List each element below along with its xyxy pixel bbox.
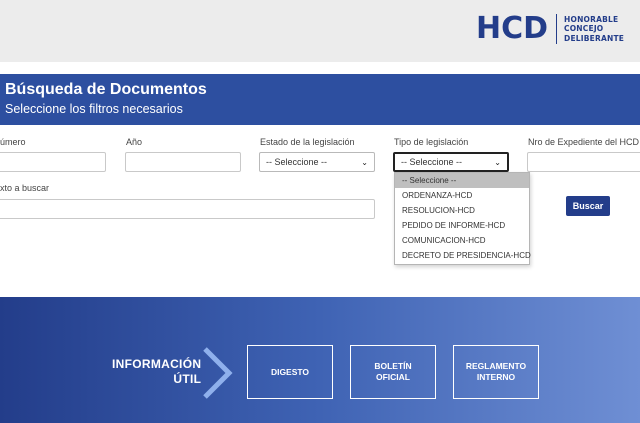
boletin-label-line-1: BOLETÍN	[374, 361, 412, 371]
logo-divider	[556, 14, 558, 44]
logo-fullname: HONORABLE CONCEJO DELIBERANTE	[564, 15, 624, 44]
reglamento-label-line-1: REGLAMENTO	[465, 361, 527, 371]
hcd-logo[interactable]: HCD HONORABLE CONCEJO DELIBERANTE	[476, 12, 624, 46]
dropdown-option[interactable]: DECRETO DE PRESIDENCIA-HCD	[395, 248, 531, 263]
digesto-label: DIGESTO	[270, 366, 310, 377]
texto-label: xto a buscar	[0, 183, 50, 193]
search-banner: Búsqueda de Documentos Seleccione los fi…	[0, 74, 640, 125]
info-heading-line-1: INFORMACIÓN	[112, 357, 202, 371]
logo-line-2: CONCEJO	[564, 24, 604, 34]
anio-label: Año	[126, 137, 143, 147]
estado-select[interactable]: -- Seleccione -- ⌄	[259, 152, 375, 172]
search-button[interactable]: Buscar	[566, 196, 610, 216]
estado-label: Estado de la legislación	[260, 137, 355, 147]
numero-input[interactable]	[0, 152, 106, 172]
chevron-down-icon: ⌄	[494, 157, 501, 167]
estado-selected-value: -- Seleccione --	[266, 157, 328, 167]
boletin-oficial-link[interactable]: BOLETÍN OFICIAL	[350, 345, 436, 399]
digesto-link[interactable]: DIGESTO	[247, 345, 333, 399]
dropdown-option[interactable]: PEDIDO DE INFORME-HCD	[395, 218, 529, 233]
tipo-dropdown-list: -- Seleccione -- ORDENANZA-HCD RESOLUCIO…	[394, 172, 531, 265]
info-footer: INFORMACIÓN ÚTIL DIGESTO BOLETÍN OFICIAL…	[0, 297, 640, 423]
top-header: HCD HONORABLE CONCEJO DELIBERANTE	[0, 0, 640, 62]
chevron-down-icon: ⌄	[361, 157, 368, 167]
info-heading: INFORMACIÓN ÚTIL	[112, 357, 201, 387]
page-title: Búsqueda de Documentos	[5, 81, 207, 98]
tipo-selected-value: -- Seleccione --	[401, 157, 463, 167]
info-heading-line-2: ÚTIL	[173, 372, 202, 386]
reglamento-interno-link[interactable]: REGLAMENTO INTERNO	[453, 345, 539, 399]
tipo-select[interactable]: -- Seleccione -- ⌄	[393, 152, 509, 172]
dropdown-option[interactable]: ORDENANZA-HCD	[395, 188, 529, 203]
texto-input[interactable]	[0, 199, 375, 219]
logo-abbreviation: HCD	[476, 11, 549, 46]
logo-line-3: DELIBERANTE	[564, 33, 625, 43]
page-subtitle: Seleccione los filtros necesarios	[5, 102, 183, 116]
dropdown-option[interactable]: COMUNICACION-HCD	[395, 233, 529, 248]
logo-line-1: HONORABLE	[564, 14, 619, 24]
dropdown-option[interactable]: -- Seleccione --	[395, 173, 529, 188]
boletin-label-line-2: OFICIAL	[376, 372, 410, 382]
reglamento-label-line-2: INTERNO	[476, 372, 516, 382]
tipo-label: Tipo de legislación	[394, 137, 469, 147]
dropdown-option[interactable]: RESOLUCION-HCD	[395, 203, 529, 218]
chevron-right-icon	[203, 347, 233, 399]
expediente-label: Nro de Expediente del HCD	[528, 137, 640, 147]
anio-input[interactable]	[125, 152, 241, 172]
expediente-input[interactable]	[527, 152, 640, 172]
numero-label: úmero	[0, 137, 26, 147]
